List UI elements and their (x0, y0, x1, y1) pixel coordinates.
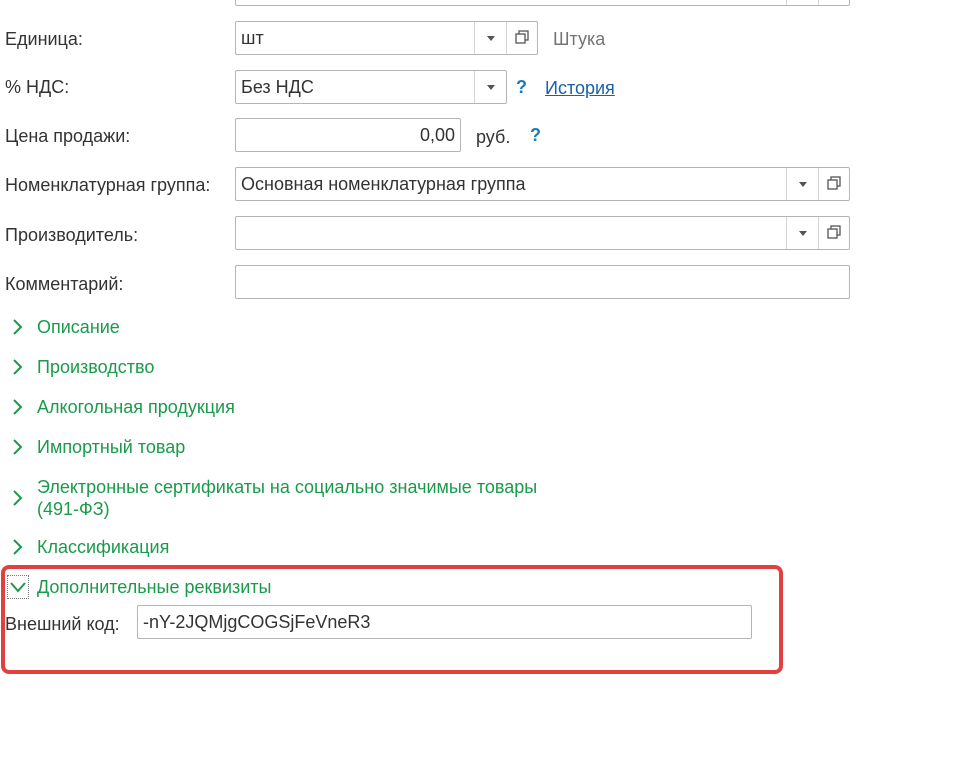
price-input[interactable]: 0,00 (235, 118, 461, 152)
manufacturer-label: Производитель: (5, 225, 139, 245)
vat-value: Без НДС (241, 77, 314, 97)
article-field-partial[interactable] (235, 0, 850, 6)
section-title: Алкогольная продукция (37, 397, 235, 417)
open-icon[interactable] (818, 0, 849, 5)
chevron-right-icon (13, 490, 23, 506)
section-title: Производство (37, 357, 155, 377)
chevron-right-icon (13, 319, 23, 335)
section-title-line2: (491-ФЗ) (37, 499, 110, 519)
chevron-down-icon[interactable] (474, 71, 506, 103)
open-icon[interactable] (818, 217, 849, 249)
chevron-down-icon[interactable] (786, 168, 818, 200)
currency-label: руб. (476, 127, 511, 147)
vat-help-icon[interactable]: ? (516, 76, 527, 98)
chevron-right-icon (13, 359, 23, 375)
manufacturer-select[interactable] (235, 216, 850, 250)
price-help-icon[interactable]: ? (530, 124, 541, 146)
unit-select[interactable]: шт (235, 21, 538, 55)
section-title: Описание (37, 317, 120, 337)
vat-label: % НДС: (5, 77, 70, 97)
section-title-line1: Электронные сертификаты на социально зна… (37, 477, 538, 497)
unit-hint: Штука (553, 29, 606, 49)
chevron-down-icon[interactable] (474, 22, 506, 54)
chevron-down-icon[interactable] (786, 217, 818, 249)
external-code-input[interactable]: -nY-2JQMjgCOGSjFeVneR3 (137, 605, 752, 639)
section-title: Импортный товар (37, 437, 186, 457)
comment-input[interactable] (235, 265, 850, 299)
chevron-down-icon[interactable] (786, 0, 818, 5)
price-value: 0,00 (419, 125, 455, 145)
section-title: Классификация (37, 537, 170, 557)
nomenclature-group-label: Номенклатурная группа: (5, 175, 211, 195)
chevron-right-icon (13, 399, 23, 415)
comment-label: Комментарий: (5, 274, 124, 294)
chevron-right-icon (13, 539, 23, 555)
open-icon[interactable] (506, 22, 537, 54)
chevron-right-icon (13, 439, 23, 455)
unit-value: шт (241, 28, 264, 48)
history-link[interactable]: История (545, 77, 615, 99)
external-code-label: Внешний код: (5, 614, 120, 634)
price-label: Цена продажи: (5, 126, 131, 146)
open-icon[interactable] (818, 168, 849, 200)
nomenclature-group-value: Основная номенклатурная группа (241, 174, 526, 194)
nomenclature-group-select[interactable]: Основная номенклатурная группа (235, 167, 850, 201)
section-title: Дополнительные реквизиты (37, 577, 272, 597)
unit-label: Единица: (5, 29, 83, 49)
chevron-down-icon (10, 582, 26, 593)
external-code-value: -nY-2JQMjgCOGSjFeVneR3 (143, 612, 371, 632)
vat-select[interactable]: Без НДС (235, 70, 507, 104)
